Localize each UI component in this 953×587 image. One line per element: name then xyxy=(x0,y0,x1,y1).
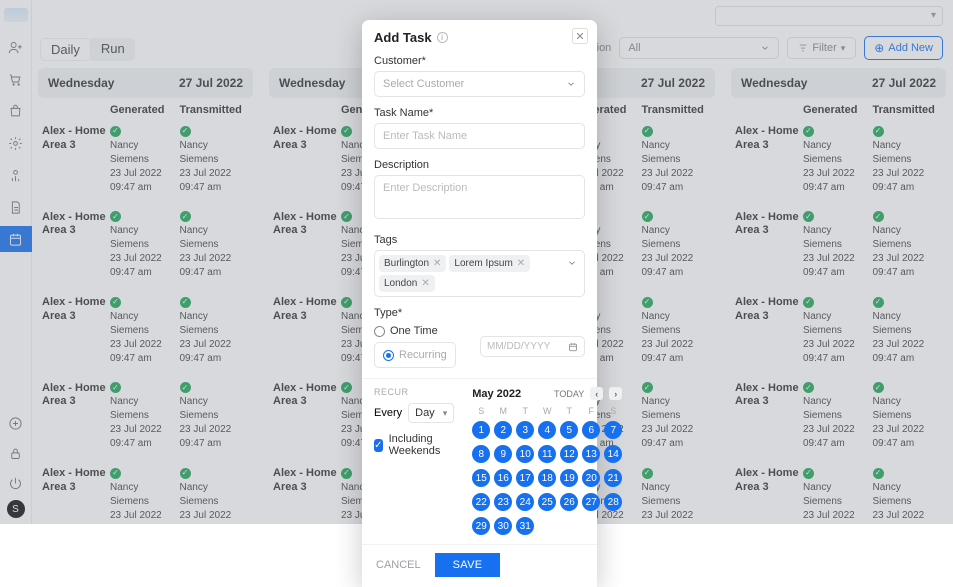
save-button[interactable]: SAVE xyxy=(435,553,501,577)
calendar-day[interactable]: 19 xyxy=(560,469,578,487)
calendar-day[interactable]: 9 xyxy=(494,445,512,463)
description-input[interactable] xyxy=(374,175,585,219)
calendar-day[interactable]: 30 xyxy=(494,517,512,535)
chevron-down-icon[interactable] xyxy=(567,258,577,268)
tag-remove-icon[interactable]: ✕ xyxy=(517,258,525,269)
calendar-day[interactable]: 18 xyxy=(538,469,556,487)
calendar-day[interactable]: 24 xyxy=(516,493,534,511)
tag-chip: London✕ xyxy=(379,275,435,292)
calendar-day[interactable]: 2 xyxy=(494,421,512,439)
date-input[interactable]: MM/DD/YYYY xyxy=(480,336,585,357)
tag-chip: Burlington✕ xyxy=(379,255,446,272)
dow-label: F xyxy=(582,406,600,416)
calendar-day[interactable]: 17 xyxy=(516,469,534,487)
description-label: Description xyxy=(374,159,585,171)
calendar-day[interactable]: 25 xyxy=(538,493,556,511)
calendar-day[interactable]: 6 xyxy=(582,421,600,439)
calendar-day[interactable]: 13 xyxy=(582,445,600,463)
calendar-day[interactable]: 29 xyxy=(472,517,490,535)
weekends-label: Including Weekends xyxy=(389,433,455,457)
calendar-day[interactable]: 8 xyxy=(472,445,490,463)
calendar-icon[interactable] xyxy=(568,342,578,352)
calendar-day[interactable]: 12 xyxy=(560,445,578,463)
customer-label: Customer* xyxy=(374,55,585,67)
calendar-day[interactable]: 23 xyxy=(494,493,512,511)
calendar-day[interactable]: 10 xyxy=(516,445,534,463)
dow-label: S xyxy=(604,406,622,416)
tags-input[interactable]: Burlington✕Lorem Ipsum✕ London✕ xyxy=(374,250,585,297)
close-icon[interactable]: ✕ xyxy=(572,28,588,44)
calendar-day[interactable]: 14 xyxy=(604,445,622,463)
calendar-prev[interactable]: ‹ xyxy=(590,387,603,400)
tag-remove-icon[interactable]: ✕ xyxy=(421,278,429,289)
calendar-day[interactable]: 26 xyxy=(560,493,578,511)
modal-title: Add Taski xyxy=(374,30,585,45)
recur-unit-select[interactable]: Day▾ xyxy=(408,403,454,423)
weekends-checkbox[interactable] xyxy=(374,439,383,452)
calendar-day[interactable]: 20 xyxy=(582,469,600,487)
calendar-day[interactable]: 28 xyxy=(604,493,622,511)
calendar-next[interactable]: › xyxy=(609,387,622,400)
calendar-day[interactable]: 7 xyxy=(604,421,622,439)
type-label: Type* xyxy=(374,307,585,319)
dow-label: T xyxy=(516,406,534,416)
calendar-month: May 2022 xyxy=(472,388,521,400)
taskname-label: Task Name* xyxy=(374,107,585,119)
dow-label: W xyxy=(538,406,556,416)
tags-label: Tags xyxy=(374,234,585,246)
calendar-today-button[interactable]: TODAY xyxy=(554,389,584,399)
calendar-day[interactable]: 31 xyxy=(516,517,534,535)
calendar-day[interactable]: 5 xyxy=(560,421,578,439)
customer-select[interactable]: Select Customer xyxy=(374,71,585,97)
taskname-input[interactable] xyxy=(374,123,585,149)
calendar-day[interactable]: 1 xyxy=(472,421,490,439)
every-label: Every xyxy=(374,407,402,419)
calendar-day[interactable]: 4 xyxy=(538,421,556,439)
add-task-modal: Add Taski ✕ Customer* Select Customer Ta… xyxy=(362,20,597,587)
recur-label: RECUR xyxy=(374,387,454,397)
calendar: May 2022 TODAY ‹ › SMTWTFS12345678910111… xyxy=(472,387,622,536)
type-recurring-radio[interactable]: Recurring xyxy=(374,342,456,368)
calendar-day[interactable]: 3 xyxy=(516,421,534,439)
info-icon[interactable]: i xyxy=(437,32,448,43)
dow-label: S xyxy=(472,406,490,416)
calendar-day[interactable]: 21 xyxy=(604,469,622,487)
calendar-day[interactable]: 11 xyxy=(538,445,556,463)
cancel-button[interactable]: CANCEL xyxy=(362,553,435,577)
calendar-day[interactable]: 22 xyxy=(472,493,490,511)
dow-label: T xyxy=(560,406,578,416)
dow-label: M xyxy=(494,406,512,416)
calendar-day[interactable]: 16 xyxy=(494,469,512,487)
tag-remove-icon[interactable]: ✕ xyxy=(433,258,441,269)
tag-chip: Lorem Ipsum✕ xyxy=(449,255,530,272)
type-onetime-radio[interactable]: One Time xyxy=(374,325,456,337)
calendar-day[interactable]: 15 xyxy=(472,469,490,487)
calendar-day[interactable]: 27 xyxy=(582,493,600,511)
